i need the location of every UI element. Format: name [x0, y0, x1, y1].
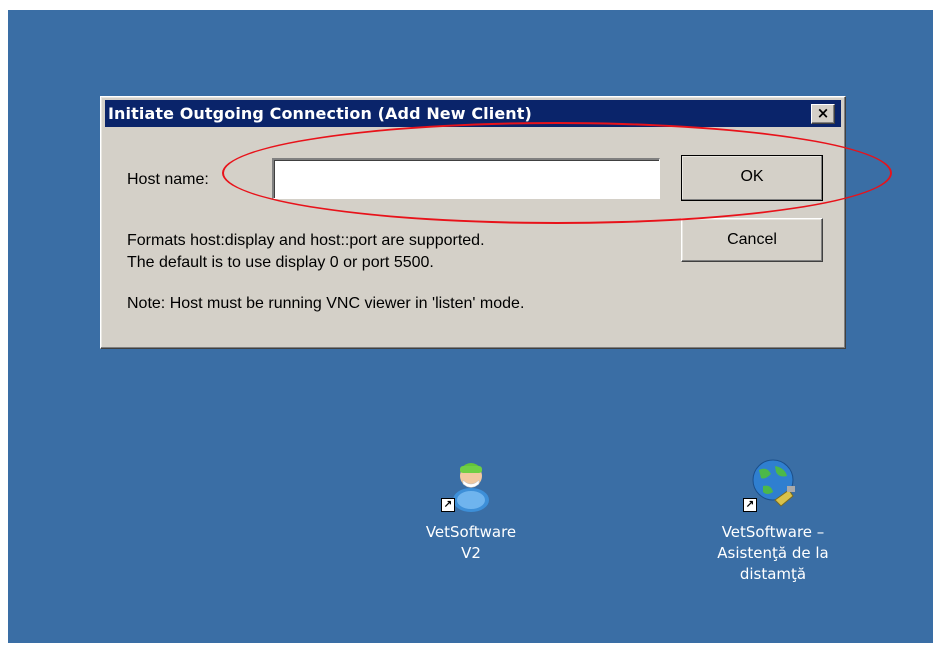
host-name-input[interactable]	[272, 158, 660, 199]
default-port-help-text: The default is to use display 0 or port …	[127, 254, 434, 271]
add-new-client-dialog: Initiate Outgoing Connection (Add New Cl…	[100, 96, 846, 349]
cancel-button[interactable]: Cancel	[681, 218, 823, 262]
desktop-icon-vetsoftware-remote[interactable]: ↗ VetSoftware – Asistenţă de la distamţă	[693, 456, 853, 585]
listen-mode-note: Note: Host must be running VNC viewer in…	[127, 295, 525, 312]
host-name-label: Host name:	[127, 171, 209, 188]
ok-button[interactable]: OK	[681, 155, 823, 201]
desktop-icon-caption-line: VetSoftware	[425, 523, 517, 541]
shortcut-arrow-icon: ↗	[441, 498, 455, 512]
desktop-icon-caption-line: VetSoftware –	[721, 523, 825, 541]
globe-plug-icon: ↗	[743, 456, 797, 512]
desktop-icon-vetsoftware-v2[interactable]: ↗ VetSoftware V2	[391, 456, 551, 564]
doctor-user-icon: ↗	[441, 456, 495, 512]
desktop-icon-caption-line: V2	[461, 544, 481, 562]
desktop-icon-caption-line: distamţă	[739, 565, 807, 583]
close-icon: ×	[816, 104, 830, 122]
desktop-icon-caption-line: Asistenţă de la	[717, 544, 829, 562]
shortcut-arrow-icon: ↗	[743, 498, 757, 512]
dialog-titlebar[interactable]: Initiate Outgoing Connection (Add New Cl…	[105, 100, 841, 127]
dialog-title: Initiate Outgoing Connection (Add New Cl…	[108, 104, 532, 123]
formats-help-text: Formats host:display and host::port are …	[127, 232, 485, 249]
close-button[interactable]: ×	[811, 104, 835, 124]
